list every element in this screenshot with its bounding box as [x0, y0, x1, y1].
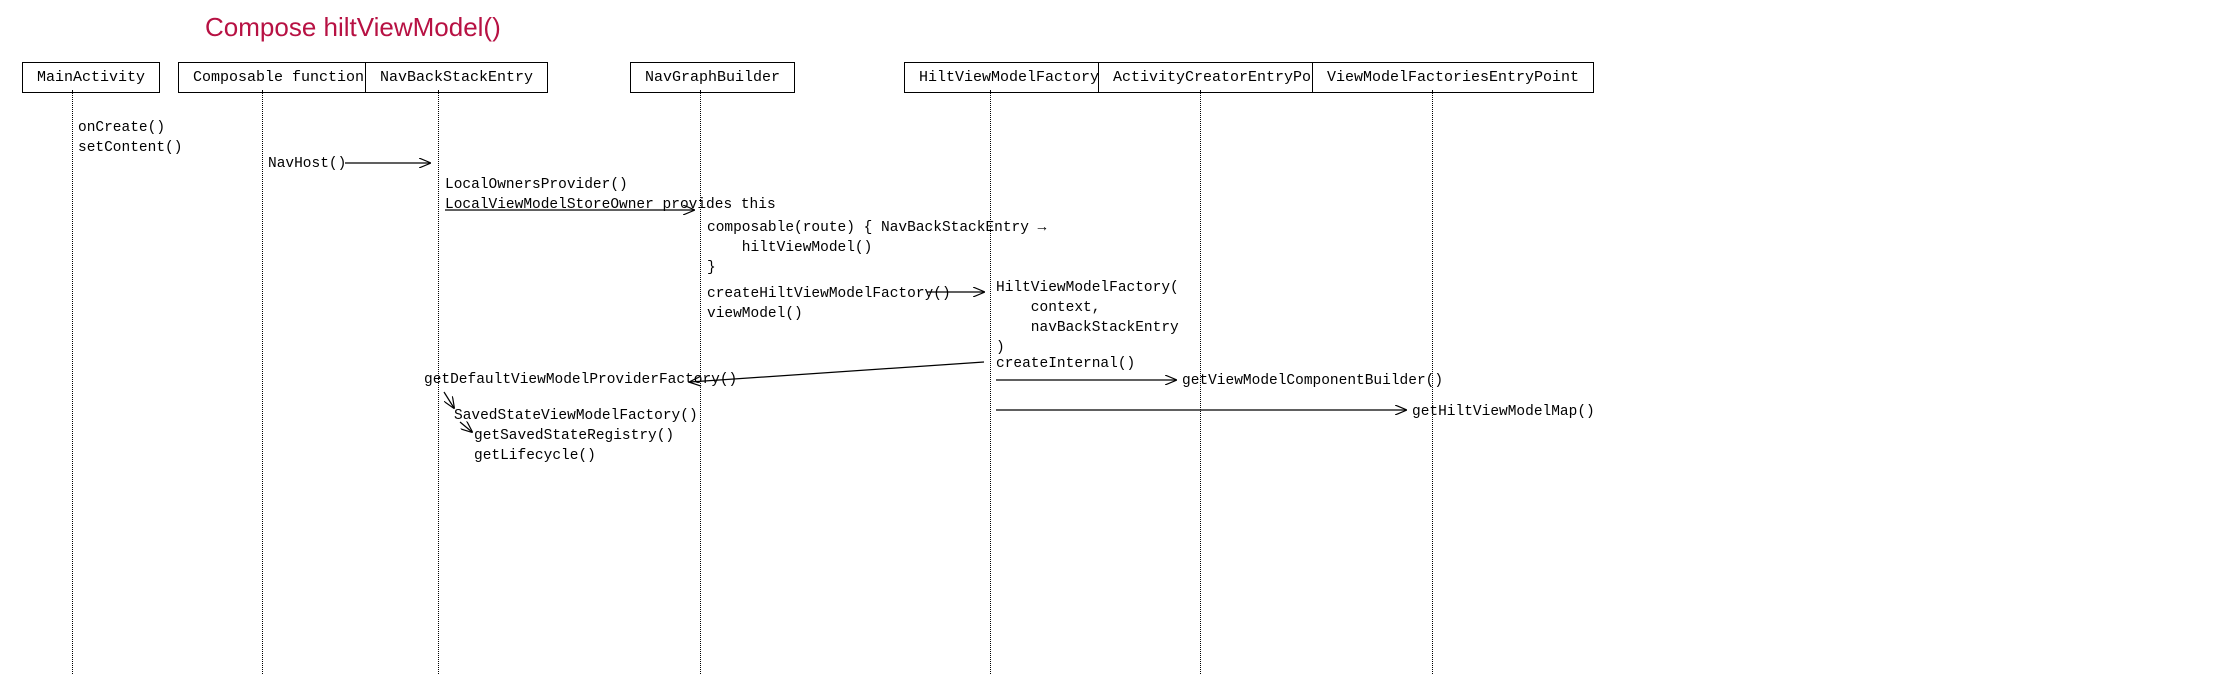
msg-localvmstore: LocalViewModelStoreOwner provides this	[445, 195, 776, 215]
lifeline-hiltviewmodelfactory: HiltViewModelFactory	[904, 62, 1114, 93]
lifeline-dash-composable	[262, 90, 263, 674]
lifeline-viewmodelfactoriesentrypoint: ViewModelFactoriesEntryPoint	[1312, 62, 1594, 93]
lifeline-navbackstackentry: NavBackStackEntry	[365, 62, 548, 93]
lifeline-composable-functions: Composable functions	[178, 62, 388, 93]
msg-composable-block: composable(route) { NavBackStackEntry → …	[707, 218, 1046, 278]
msg-createinternal: createInternal()	[996, 354, 1135, 374]
msg-localowners: LocalOwnersProvider()	[445, 175, 628, 195]
msg-getsavedstatereg: getSavedStateRegistry()	[474, 426, 674, 446]
diagram-title: Compose hiltViewModel()	[205, 12, 501, 43]
msg-gethiltvmmap: getHiltViewModelMap()	[1412, 402, 1595, 422]
msg-viewmodel: viewModel()	[707, 304, 803, 324]
msg-getdefaultfactory: getDefaultViewModelProviderFactory()	[424, 370, 737, 390]
lifeline-dash-hiltvm	[990, 90, 991, 674]
msg-createhiltfactory: createHiltViewModelFactory()	[707, 284, 951, 304]
msg-savedstatefactory: SavedStateViewModelFactory()	[454, 406, 698, 426]
lifeline-dash-main	[72, 90, 73, 674]
msg-getvmcompbuilder: getViewModelComponentBuilder()	[1182, 371, 1443, 391]
msg-oncreate: onCreate()	[78, 118, 165, 138]
sequence-diagram: Compose hiltViewModel() MainActivity Com…	[0, 0, 2214, 694]
msg-getlifecycle: getLifecycle()	[474, 446, 596, 466]
lifeline-mainactivity: MainActivity	[22, 62, 160, 93]
msg-setcontent: setContent()	[78, 138, 182, 158]
msg-navhost: NavHost()	[268, 154, 346, 174]
lifeline-navgraphbuilder: NavGraphBuilder	[630, 62, 795, 93]
msg-hiltctor: HiltViewModelFactory( context, navBackSt…	[996, 278, 1179, 358]
